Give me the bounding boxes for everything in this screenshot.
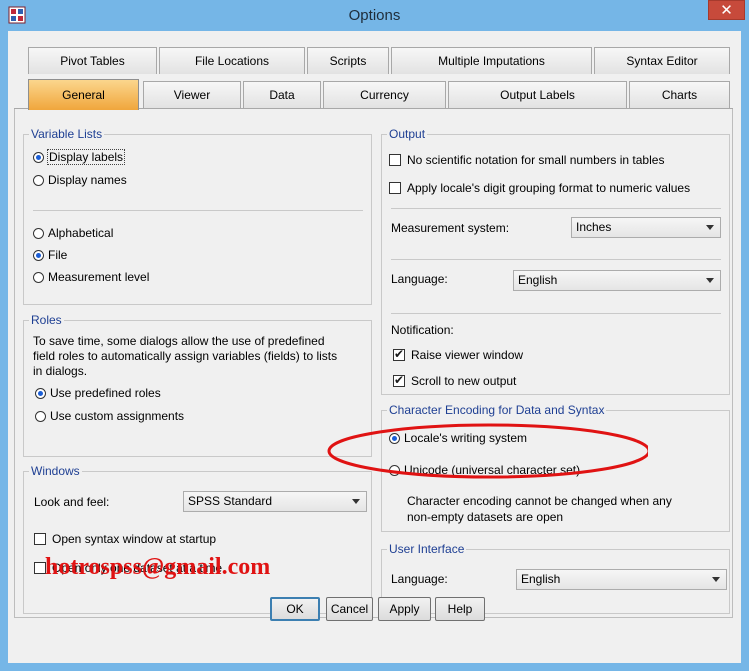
- close-button[interactable]: ✕: [708, 0, 745, 20]
- raise-viewer-window-checkbox[interactable]: Raise viewer window: [393, 347, 524, 362]
- display-names-radio[interactable]: Display names: [33, 173, 127, 187]
- tab-general[interactable]: General: [28, 79, 139, 110]
- title-bar[interactable]: Options ✕: [0, 0, 749, 31]
- apply-locale-digit-grouping-label: Apply locale's digit grouping format to …: [407, 181, 691, 195]
- apply-locale-digit-grouping-checkbox[interactable]: Apply locale's digit grouping format to …: [389, 181, 690, 195]
- chevron-down-icon: [706, 225, 714, 230]
- file-label: File: [48, 248, 68, 262]
- radio-selected-icon: [33, 151, 44, 163]
- cancel-button[interactable]: Cancel: [326, 597, 373, 621]
- output-language-value: English: [518, 273, 558, 287]
- tab-multiple-imputations[interactable]: Multiple Imputations: [391, 47, 592, 74]
- encoding-note-line-1: Character encoding cannot be changed whe…: [407, 494, 672, 508]
- roles-description-line-2: field roles to automatically assign vari…: [33, 349, 338, 363]
- ui-language-value: English: [521, 572, 561, 586]
- checkbox-icon: [389, 182, 401, 194]
- chevron-down-icon: [352, 499, 360, 504]
- roles-description-line-1: To save time, some dialogs allow the use…: [33, 334, 325, 348]
- no-scientific-notation-checkbox[interactable]: No scientific notation for small numbers…: [389, 153, 664, 167]
- roles-title: Roles: [29, 313, 64, 327]
- windows-title: Windows: [29, 464, 82, 478]
- file-radio[interactable]: File: [33, 248, 67, 262]
- ui-language-dropdown[interactable]: English: [516, 569, 727, 590]
- measurement-system-value: Inches: [576, 220, 612, 234]
- user-interface-title: User Interface: [387, 542, 467, 556]
- tab-data[interactable]: Data: [243, 81, 321, 108]
- apply-button[interactable]: Apply: [378, 597, 431, 621]
- checkbox-icon: [34, 533, 46, 545]
- look-and-feel-dropdown[interactable]: SPSS Standard: [183, 491, 367, 512]
- use-custom-assignments-radio[interactable]: Use custom assignments: [35, 409, 184, 423]
- output-language-label: Language:: [391, 272, 448, 286]
- tab-syntax-editor[interactable]: Syntax Editor: [594, 47, 730, 74]
- display-labels-radio[interactable]: Display labels: [33, 149, 126, 165]
- tab-viewer[interactable]: Viewer: [143, 81, 241, 108]
- no-scientific-notation-label: No scientific notation for small numbers…: [407, 153, 665, 167]
- roles-description-line-3: in dialogs.: [33, 364, 88, 378]
- open-syntax-window-label: Open syntax window at startup: [52, 532, 217, 546]
- email-watermark: hotrospss@gmail.com: [45, 554, 271, 580]
- radio-icon: [33, 271, 44, 283]
- measurement-system-dropdown[interactable]: Inches: [571, 217, 721, 238]
- output-divider-1: [391, 208, 721, 209]
- variable-lists-divider: [33, 210, 363, 211]
- encoding-note-line-2: non-empty datasets are open: [407, 510, 564, 524]
- window-title: Options: [348, 7, 401, 24]
- help-button[interactable]: Help: [435, 597, 485, 621]
- output-language-dropdown[interactable]: English: [513, 270, 721, 291]
- character-encoding-title: Character Encoding for Data and Syntax: [387, 403, 607, 417]
- checkmark-icon: [393, 347, 405, 361]
- notification-label: Notification:: [391, 323, 454, 337]
- radio-icon: [33, 227, 44, 239]
- tab-charts[interactable]: Charts: [629, 81, 730, 108]
- scroll-to-new-output-label: Scroll to new output: [411, 374, 517, 388]
- tab-output-labels[interactable]: Output Labels: [448, 81, 627, 108]
- checkmark-icon: [393, 373, 405, 387]
- open-syntax-window-checkbox[interactable]: Open syntax window at startup: [34, 532, 216, 546]
- chevron-down-icon: [712, 577, 720, 582]
- tab-scripts[interactable]: Scripts: [307, 47, 389, 74]
- red-highlight-ellipse: [327, 423, 648, 479]
- scroll-to-new-output-checkbox[interactable]: Scroll to new output: [393, 373, 517, 388]
- measurement-level-label: Measurement level: [48, 270, 150, 284]
- radio-icon: [35, 410, 46, 422]
- display-names-label: Display names: [48, 173, 127, 187]
- alphabetical-radio[interactable]: Alphabetical: [33, 226, 113, 240]
- use-custom-assignments-label: Use custom assignments: [50, 409, 185, 423]
- checkbox-icon: [389, 154, 401, 166]
- radio-selected-icon: [35, 387, 46, 399]
- output-divider-3: [391, 313, 721, 314]
- ui-language-label: Language:: [391, 572, 448, 586]
- options-dialog: Options ✕ Pivot Tables File Locations Sc…: [0, 0, 749, 671]
- output-title: Output: [387, 127, 428, 141]
- tab-file-locations[interactable]: File Locations: [159, 47, 305, 74]
- display-labels-label: Display labels: [46, 149, 126, 165]
- tab-currency[interactable]: Currency: [323, 81, 446, 108]
- alphabetical-label: Alphabetical: [48, 226, 114, 240]
- chevron-down-icon: [706, 278, 714, 283]
- measurement-level-radio[interactable]: Measurement level: [33, 270, 149, 284]
- variable-lists-title: Variable Lists: [29, 127, 105, 141]
- radio-icon: [33, 174, 44, 186]
- ok-button[interactable]: OK: [270, 597, 320, 621]
- measurement-system-label: Measurement system:: [391, 221, 510, 235]
- raise-viewer-window-label: Raise viewer window: [411, 348, 524, 362]
- output-divider-2: [391, 259, 721, 260]
- look-and-feel-value: SPSS Standard: [188, 494, 273, 508]
- look-and-feel-label: Look and feel:: [34, 495, 110, 509]
- use-predefined-roles-label: Use predefined roles: [50, 386, 161, 400]
- radio-selected-icon: [33, 249, 44, 261]
- use-predefined-roles-radio[interactable]: Use predefined roles: [35, 386, 161, 400]
- tab-pivot-tables[interactable]: Pivot Tables: [28, 47, 157, 74]
